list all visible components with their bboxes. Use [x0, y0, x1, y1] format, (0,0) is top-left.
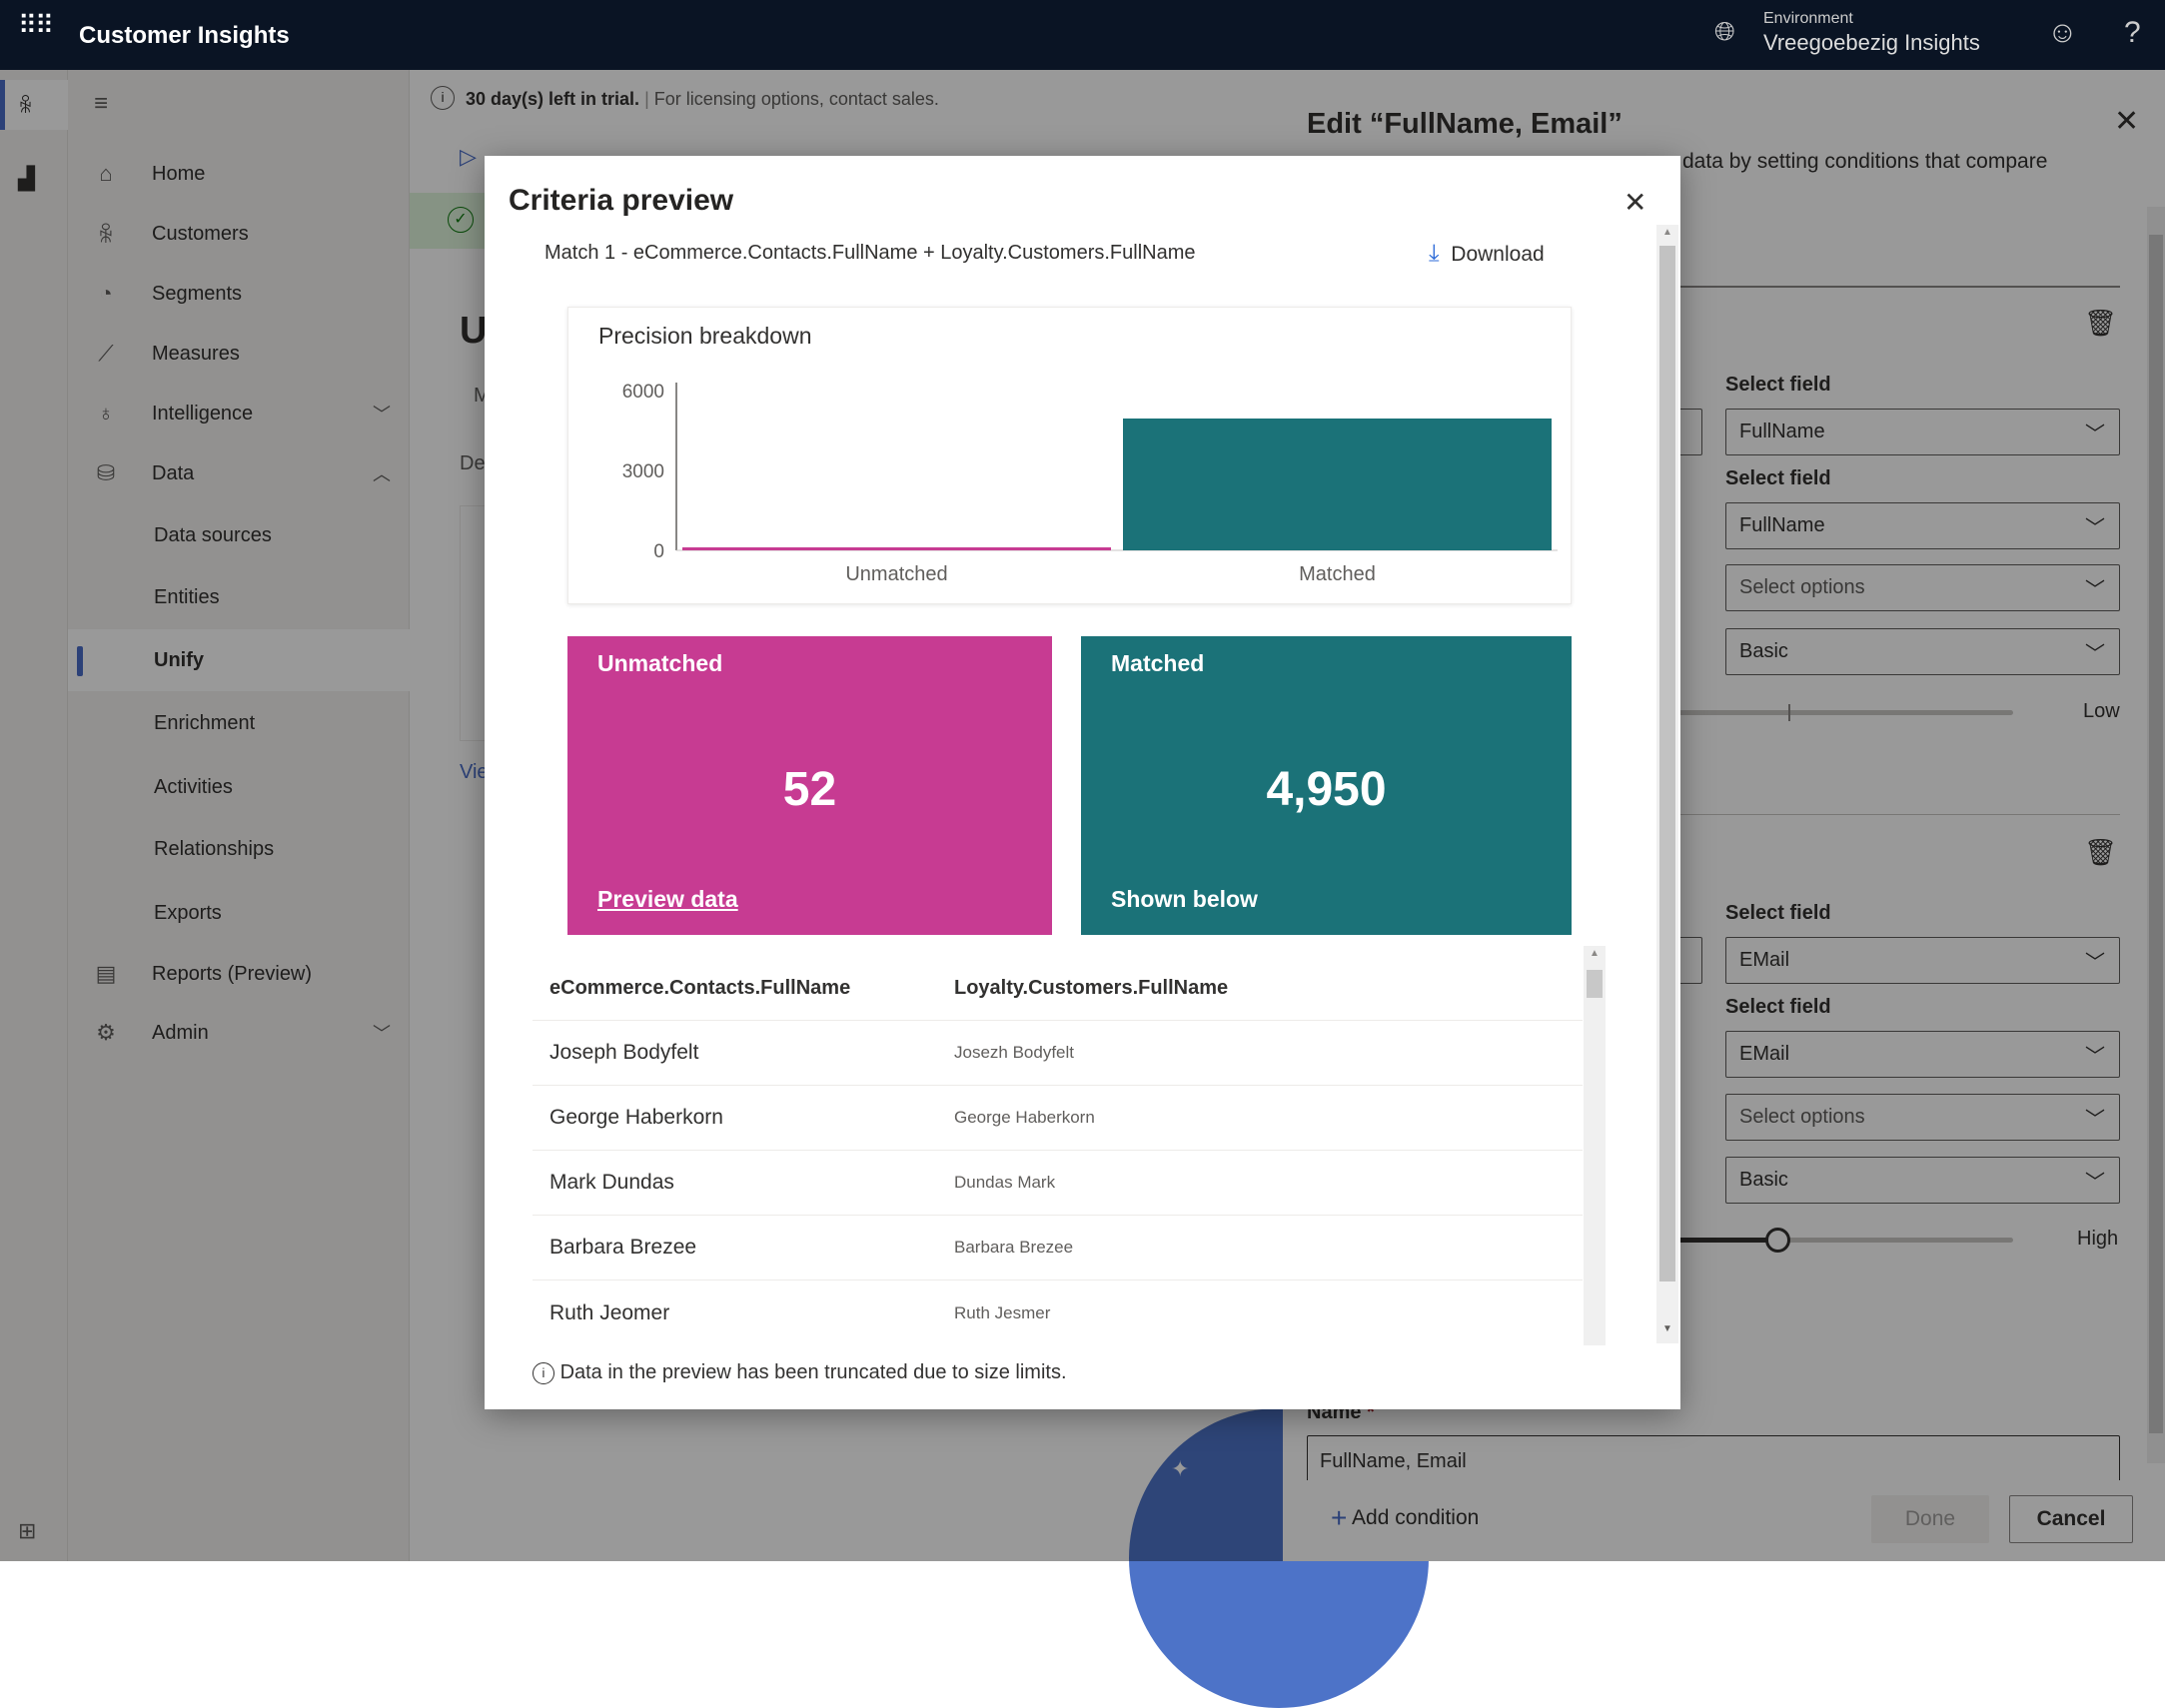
precision-bar-chart: 6000 3000 0 Unmatched Matched [622, 382, 1558, 585]
table-row: Barbara Brezee Barbara Brezee [533, 1216, 1583, 1281]
app-title[interactable]: Customer Insights [79, 22, 290, 50]
match-description: Match 1 - eCommerce.Contacts.FullName + … [544, 242, 1196, 264]
truncation-note: i Data in the preview has been truncated… [533, 1361, 1067, 1384]
column-header[interactable]: Loyalty.Customers.FullName [954, 977, 1228, 1000]
cell: Josezh Bodyfelt [954, 1043, 1075, 1062]
cell: Ruth Jesmer [954, 1302, 1051, 1322]
scrollbar-thumb[interactable] [1659, 246, 1675, 1281]
y-tick-label: 6000 [622, 382, 664, 403]
matched-count: 4,950 [1266, 763, 1387, 816]
close-dialog-icon[interactable]: ✕ [1624, 186, 1646, 219]
cell: Dundas Mark [954, 1173, 1056, 1192]
globe-icon: 🌐︎ [1714, 16, 1735, 46]
x-tick-label: Unmatched [845, 563, 947, 585]
top-bar: ⠿⠿ Customer Insights 🌐︎ Environment Vree… [0, 0, 2165, 70]
table-row: George Haberkorn George Haberkorn [533, 1086, 1583, 1151]
help-icon[interactable]: ? [2124, 16, 2141, 50]
tile-note: Shown below [1111, 886, 1258, 912]
cell: Joseph Bodyfelt [549, 1041, 699, 1064]
scroll-up-arrow[interactable]: ▲ [1662, 227, 1672, 238]
preview-table: eCommerce.Contacts.FullName Loyalty.Cust… [533, 946, 1606, 1345]
download-button[interactable]: ⤓ Download [1429, 240, 1545, 268]
tile-title: Matched [1111, 650, 1205, 676]
download-icon: ⤓ [1429, 240, 1440, 267]
unmatched-tile: Unmatched 52 Preview data [567, 636, 1052, 935]
dialog-title: Criteria preview [509, 184, 734, 217]
bar-matched [1123, 419, 1552, 550]
truncation-text: Data in the preview has been truncated d… [559, 1361, 1067, 1383]
tile-title: Unmatched [597, 650, 723, 676]
cell: George Haberkorn [549, 1106, 723, 1129]
y-tick-label: 3000 [622, 461, 664, 482]
table-scrollbar[interactable]: ▲ [1584, 946, 1606, 1345]
column-header[interactable]: eCommerce.Contacts.FullName [549, 977, 850, 1000]
matched-tile: Matched 4,950 Shown below [1081, 636, 1572, 935]
download-label: Download [1451, 243, 1545, 266]
bar-unmatched [682, 547, 1111, 550]
cell: Barbara Brezee [954, 1238, 1074, 1257]
cell: Barbara Brezee [549, 1236, 697, 1259]
unmatched-count: 52 [782, 763, 837, 816]
y-tick-label: 0 [653, 541, 664, 562]
preview-data-link[interactable]: Preview data [597, 886, 738, 913]
table-header-row: eCommerce.Contacts.FullName Loyalty.Cust… [533, 956, 1583, 1021]
x-tick-label: Matched [1299, 563, 1376, 585]
environment-switcher[interactable]: Vreegoebezig Insights [1763, 30, 1980, 56]
environment-label: Environment [1763, 10, 1853, 27]
dialog-scrollbar[interactable]: ▲ ▼ [1656, 225, 1678, 1343]
criteria-preview-dialog: Criteria preview ✕ Match 1 - eCommerce.C… [485, 156, 1680, 1409]
table-row: Ruth Jeomer Ruth Jesmer [533, 1281, 1583, 1345]
scrollbar-thumb[interactable] [1587, 970, 1603, 998]
info-icon: i [533, 1362, 554, 1384]
scroll-down-arrow[interactable]: ▼ [1662, 1323, 1672, 1334]
feedback-smiley-icon[interactable]: ☺ [2047, 16, 2078, 50]
cell: George Haberkorn [954, 1108, 1095, 1127]
scroll-up-arrow[interactable]: ▲ [1590, 948, 1600, 959]
table-row: Mark Dundas Dundas Mark [533, 1151, 1583, 1216]
app-launcher-icon[interactable]: ⠿⠿ [18, 12, 54, 38]
precision-chart-card: Precision breakdown 6000 3000 0 Unmatched Ma… [567, 307, 1572, 604]
cell: Ruth Jeomer [549, 1300, 670, 1324]
table-row: Joseph Bodyfelt Josezh Bodyfelt [533, 1021, 1583, 1086]
cell: Mark Dundas [549, 1171, 674, 1194]
